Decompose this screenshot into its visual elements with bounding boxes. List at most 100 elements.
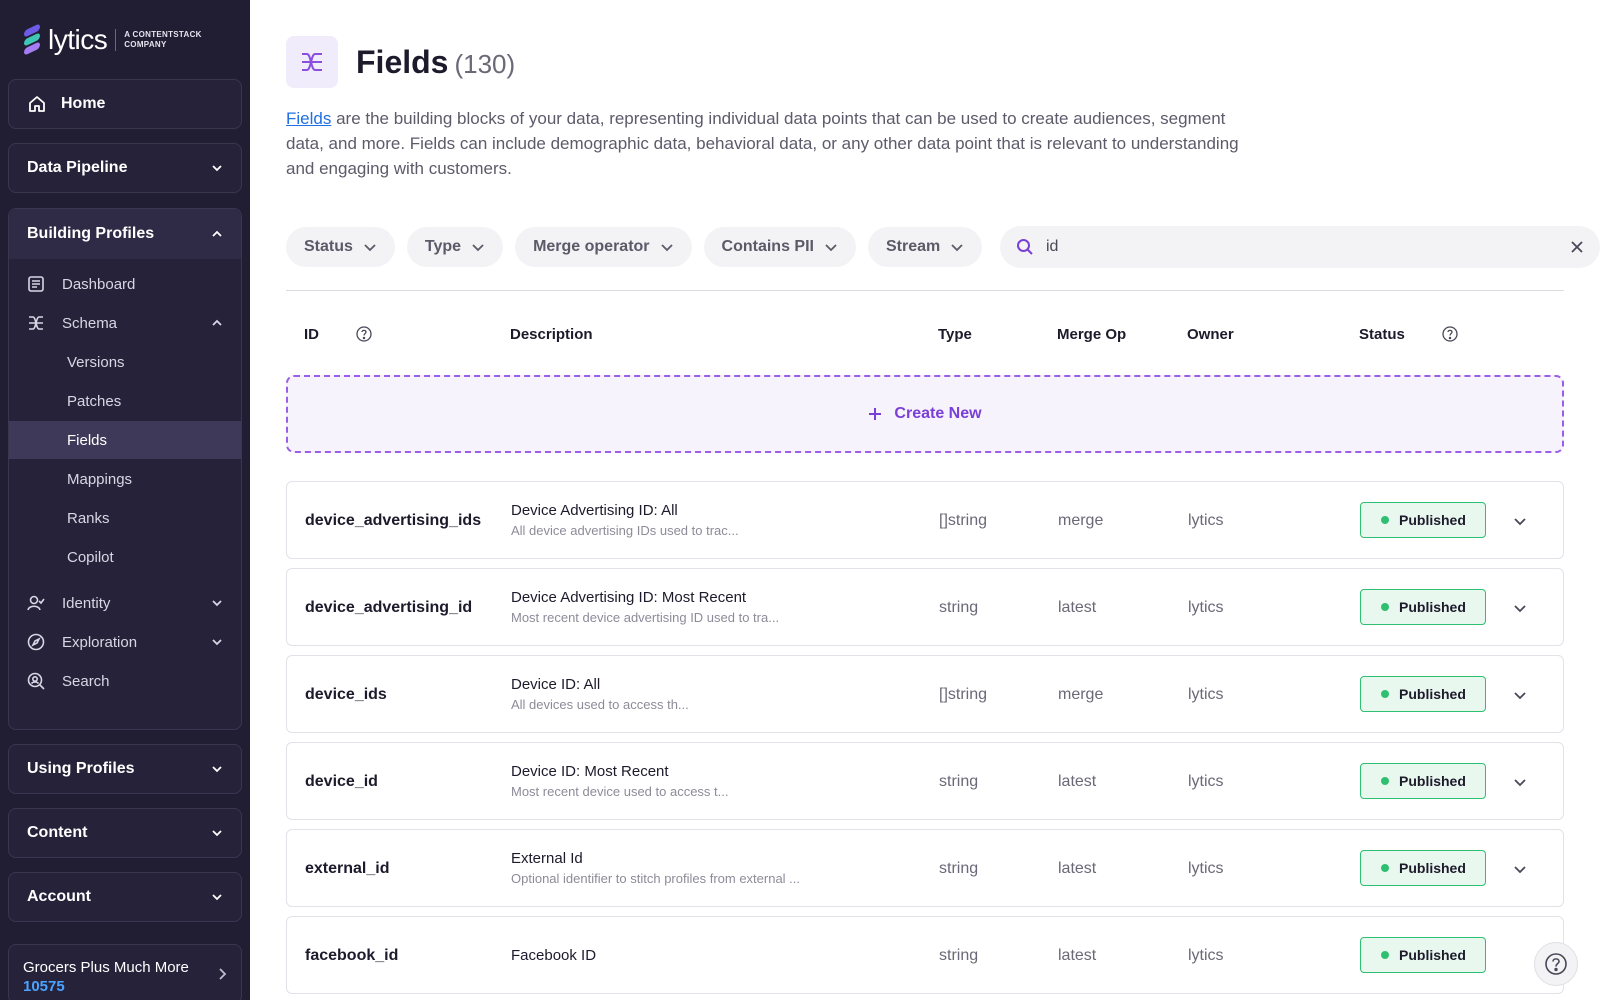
chevron-down-icon bbox=[212, 830, 222, 837]
chevron-down-icon bbox=[951, 244, 963, 252]
field-type: []string bbox=[939, 512, 988, 529]
chevron-down-icon[interactable] bbox=[1513, 775, 1527, 789]
field-owner: lytics bbox=[1188, 512, 1224, 529]
field-description: Device Advertising ID: All All device adv… bbox=[511, 502, 739, 538]
help-icon[interactable] bbox=[1442, 326, 1458, 342]
account-switcher[interactable]: Grocers Plus Much More 10575 bbox=[8, 944, 242, 1000]
account-name: Grocers Plus Much More bbox=[23, 959, 189, 976]
logo-divider bbox=[115, 29, 117, 51]
nav-building-profiles-header[interactable]: Building Profiles bbox=[9, 209, 241, 259]
status-dot-icon bbox=[1381, 603, 1389, 611]
sidebar-item-dashboard[interactable]: Dashboard bbox=[9, 265, 241, 303]
sidebar: lytics A CONTENTSTACK COMPANY Home Data … bbox=[0, 0, 250, 1000]
sidebar-item-schema[interactable]: Schema bbox=[9, 304, 241, 342]
status-dot-icon bbox=[1381, 690, 1389, 698]
table-row[interactable]: external_id External Id Optional identifi… bbox=[286, 829, 1564, 907]
sidebar-item-mappings-label: Mappings bbox=[67, 470, 133, 488]
filter-merge-operator[interactable]: Merge operator bbox=[515, 227, 692, 267]
chevron-down-icon[interactable] bbox=[1513, 514, 1527, 528]
sidebar-item-patches-label: Patches bbox=[67, 392, 122, 410]
nav-content[interactable]: Content bbox=[8, 808, 242, 858]
home-icon bbox=[29, 96, 45, 112]
fields-docs-link[interactable]: Fields bbox=[286, 109, 331, 128]
field-merge-op: latest bbox=[1058, 599, 1097, 616]
chevron-right-icon bbox=[219, 968, 227, 980]
lytics-logo[interactable]: lytics A CONTENTSTACK COMPANY bbox=[22, 23, 202, 56]
chevron-down-icon bbox=[212, 165, 222, 172]
sidebar-item-patches[interactable]: Patches bbox=[9, 382, 241, 420]
status-badge: Published bbox=[1360, 589, 1486, 625]
chevron-down-icon[interactable] bbox=[1513, 601, 1527, 615]
field-id: facebook_id bbox=[305, 947, 399, 964]
help-button[interactable] bbox=[1534, 942, 1578, 986]
sidebar-item-ranks[interactable]: Ranks bbox=[9, 499, 241, 537]
table-row[interactable]: device_advertising_ids Device Advertisin… bbox=[286, 481, 1564, 559]
status-badge: Published bbox=[1360, 763, 1486, 799]
filter-stream[interactable]: Stream bbox=[867, 227, 983, 267]
table-row[interactable]: facebook_id Facebook ID string latest ly… bbox=[286, 916, 1564, 994]
field-description: Device Advertising ID: Most Recent Most r… bbox=[511, 589, 779, 625]
column-header-type[interactable]: Type bbox=[938, 326, 972, 343]
nav-using-profiles[interactable]: Using Profiles bbox=[8, 744, 242, 794]
sidebar-item-search-label: Search bbox=[62, 672, 110, 690]
sidebar-item-exploration-label: Exploration bbox=[62, 633, 138, 651]
column-header-description[interactable]: Description bbox=[510, 326, 593, 343]
chevron-down-icon[interactable] bbox=[1513, 688, 1527, 702]
chevron-down-icon bbox=[212, 766, 222, 773]
sidebar-item-exploration[interactable]: Exploration bbox=[9, 623, 241, 661]
sidebar-item-versions-label: Versions bbox=[67, 353, 125, 371]
sidebar-item-mappings[interactable]: Mappings bbox=[9, 460, 241, 498]
sidebar-item-dashboard-label: Dashboard bbox=[62, 275, 136, 293]
table-row[interactable]: device_advertising_id Device Advertising… bbox=[286, 568, 1564, 646]
main-content: Fields (130) Fields are the building bloc… bbox=[250, 0, 1600, 1000]
sidebar-item-fields[interactable]: Fields bbox=[9, 421, 241, 459]
table-row[interactable]: device_id Device ID: Most Recent Most rec… bbox=[286, 742, 1564, 820]
chevron-down-icon bbox=[212, 600, 222, 607]
page-title-count: (130) bbox=[454, 49, 516, 79]
brand-tagline: A CONTENTSTACK COMPANY bbox=[124, 30, 202, 49]
field-id: device_ids bbox=[305, 686, 387, 703]
chevron-down-icon bbox=[212, 894, 222, 901]
table-row[interactable]: device_ids Device ID: All All devices use… bbox=[286, 655, 1564, 733]
chevron-down-icon[interactable] bbox=[1513, 862, 1527, 876]
filter-status[interactable]: Status bbox=[286, 227, 395, 267]
sidebar-item-versions[interactable]: Versions bbox=[9, 343, 241, 381]
nav-account[interactable]: Account bbox=[8, 872, 242, 922]
status-dot-icon bbox=[1381, 777, 1389, 785]
field-description-title: Device Advertising ID: All bbox=[511, 502, 678, 519]
search-input[interactable] bbox=[1046, 238, 1570, 256]
column-header-merge-op[interactable]: Merge Op bbox=[1057, 326, 1126, 343]
nav-data-pipeline-label: Data Pipeline bbox=[27, 159, 128, 176]
field-description: External Id Optional identifier to stitch… bbox=[511, 850, 800, 886]
help-icon[interactable] bbox=[356, 326, 372, 342]
sidebar-item-copilot[interactable]: Copilot bbox=[9, 538, 241, 576]
status-label: Published bbox=[1399, 773, 1466, 789]
column-header-id[interactable]: ID bbox=[304, 326, 319, 343]
field-description-title: External Id bbox=[511, 850, 583, 867]
chevron-down-icon bbox=[660, 244, 673, 252]
field-description-title: Device Advertising ID: Most Recent bbox=[511, 589, 747, 606]
sidebar-item-search[interactable]: Search bbox=[9, 662, 241, 700]
nav-building-profiles: Building Profiles Dashboard Schema Versi… bbox=[8, 208, 242, 730]
create-new-button[interactable]: Create New bbox=[286, 375, 1564, 453]
field-id: device_advertising_ids bbox=[305, 512, 482, 529]
status-label: Published bbox=[1399, 860, 1466, 876]
filter-stream-label: Stream bbox=[885, 238, 941, 255]
field-merge-op: latest bbox=[1058, 773, 1097, 790]
filter-type[interactable]: Type bbox=[406, 227, 504, 267]
sidebar-item-ranks-label: Ranks bbox=[67, 509, 110, 527]
sidebar-item-identity[interactable]: Identity bbox=[9, 584, 241, 622]
field-merge-op: merge bbox=[1058, 512, 1104, 529]
nav-data-pipeline[interactable]: Data Pipeline bbox=[8, 143, 242, 193]
nav-account-label: Account bbox=[27, 888, 91, 905]
field-id: device_id bbox=[305, 773, 378, 790]
dashboard-icon bbox=[28, 276, 44, 292]
sidebar-item-copilot-label: Copilot bbox=[67, 548, 114, 566]
nav-home[interactable]: Home bbox=[8, 79, 242, 129]
column-header-status[interactable]: Status bbox=[1359, 326, 1405, 343]
field-type: string bbox=[939, 599, 979, 616]
close-icon[interactable] bbox=[1570, 240, 1584, 254]
filter-contains-pii[interactable]: Contains PII bbox=[703, 227, 856, 267]
filter-type-label: Type bbox=[424, 238, 462, 255]
column-header-owner[interactable]: Owner bbox=[1187, 326, 1234, 343]
